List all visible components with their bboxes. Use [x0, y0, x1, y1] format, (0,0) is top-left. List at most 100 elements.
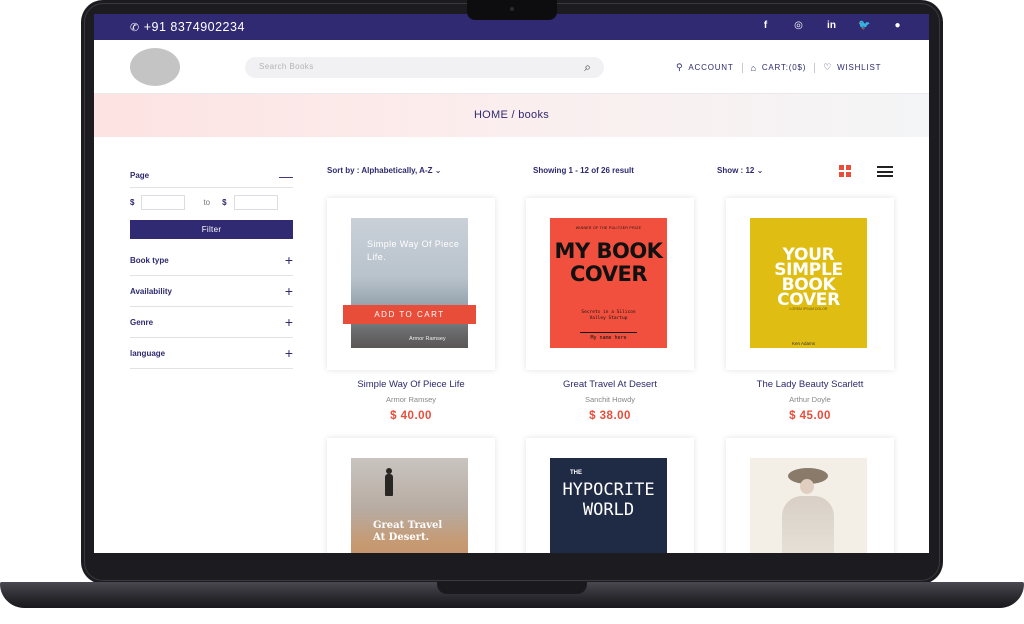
phone-contact[interactable]: ✆ +91 8374902234	[130, 20, 245, 34]
sort-dropdown[interactable]: Sort by : Alphabetically, A-Z ⌄	[327, 166, 441, 175]
product-title[interactable]: Simple Way Of Piece Life	[327, 379, 495, 390]
filter-section-label: language	[130, 348, 166, 358]
filter-section-page[interactable]: Page —	[130, 164, 293, 188]
account-label: ACCOUNT	[688, 63, 734, 72]
filter-section-book-type[interactable]: Book type +	[130, 245, 293, 276]
cover-title: HYPOCRITE WORLD	[562, 480, 655, 520]
filter-sidebar: Page — $ to $ Filter Book type + Availab…	[130, 164, 293, 369]
filter-section-language[interactable]: language +	[130, 338, 293, 369]
product-title[interactable]: The Lady Beauty Scarlett	[726, 379, 894, 390]
header-links: ⚲ ACCOUNT ⌂ CART:(0$) ♡ WISHLIST	[668, 62, 889, 73]
phone-icon: ✆	[130, 21, 140, 34]
currency-label: $	[130, 197, 135, 207]
product-card[interactable]: Simple Way Of Piece Life. Armor Ramsey A…	[327, 198, 495, 422]
product-author: Arthur Doyle	[789, 395, 831, 404]
linkedin-icon[interactable]: in	[815, 20, 848, 31]
cover-subtitle: LOREM IPSUM DOLOR	[789, 307, 828, 311]
wishlist-link[interactable]: ♡ WISHLIST	[815, 62, 889, 73]
cover-subtitle: Secrets in a Silicon Valley Startup	[581, 310, 636, 321]
book-cover: THE HYPOCRITE WORLD	[550, 458, 667, 553]
cover-author: Armor Ramsey	[409, 336, 446, 342]
filter-section-label: Genre	[130, 317, 154, 327]
plus-icon[interactable]: +	[285, 345, 293, 361]
to-label: to	[203, 197, 211, 207]
cover-author: Ken Adams	[792, 341, 816, 346]
camera-notch	[467, 0, 557, 20]
sort-label: Sort by : Alphabetically, A-Z	[327, 166, 433, 175]
victorian-lady-illustration	[782, 468, 834, 553]
product-price: $ 45.00	[789, 410, 831, 422]
filter-section-label: Page	[130, 171, 150, 180]
chevron-down-icon: ⌄	[434, 166, 442, 175]
screen: ✆ +91 8374902234 f ◎ in 🐦 ● ⌕ ⚲ ACCOUNT …	[94, 14, 929, 553]
instagram-icon[interactable]: ◎	[782, 20, 815, 31]
result-count: Showing 1 - 12 of 26 result	[533, 166, 634, 175]
product-image-frame[interactable]: Great Travel At Desert.	[327, 438, 495, 553]
heart-icon: ♡	[823, 62, 833, 72]
site-header: ⌕ ⚲ ACCOUNT ⌂ CART:(0$) ♡ WISHLIST	[94, 40, 929, 94]
product-author: Armor Ramsey	[385, 395, 436, 404]
price-min-input[interactable]	[141, 194, 186, 210]
product-card[interactable]	[726, 438, 894, 553]
chevron-down-icon: ⌄	[756, 166, 764, 175]
filter-section-genre[interactable]: Genre +	[130, 307, 293, 338]
cover-title: MY BOOK COVER	[554, 239, 663, 286]
product-author: Sanchit Howdy	[584, 395, 636, 404]
facebook-icon[interactable]: f	[749, 20, 782, 31]
show-count-label: Show : 12	[717, 166, 755, 175]
cover-title: Great Travel At Desert.	[373, 520, 443, 543]
filter-section-label: Book type	[130, 255, 169, 265]
product-price: $ 40.00	[390, 410, 432, 422]
logo[interactable]	[130, 48, 180, 86]
plus-icon[interactable]: +	[285, 283, 293, 299]
cart-link[interactable]: ⌂ CART:(0$)	[743, 63, 815, 73]
search-bar: ⌕	[245, 57, 604, 78]
product-image-frame[interactable]: Simple Way Of Piece Life. Armor Ramsey A…	[327, 198, 495, 370]
divider	[580, 332, 637, 333]
phone-number: +91 8374902234	[143, 20, 245, 34]
book-cover: Simple Way Of Piece Life. Armor Ramsey	[351, 218, 468, 348]
product-image-frame[interactable]: THE HYPOCRITE WORLD	[526, 438, 694, 553]
currency-label: $	[222, 197, 227, 207]
product-image-frame[interactable]: WINNER OF THE PULITZER PRIZE MY BOOK COV…	[526, 198, 694, 370]
account-link[interactable]: ⚲ ACCOUNT	[668, 62, 742, 73]
grid-view-icon[interactable]	[839, 165, 851, 177]
product-image-frame[interactable]	[726, 438, 894, 553]
plus-icon[interactable]: +	[285, 252, 293, 268]
bag-icon: ⌂	[750, 62, 757, 73]
cover-author: My name here	[590, 335, 627, 341]
list-view-icon[interactable]	[877, 166, 893, 177]
breadcrumb: HOME / books	[473, 109, 550, 121]
filter-button[interactable]: Filter	[130, 220, 293, 239]
product-card[interactable]: Great Travel At Desert.	[327, 438, 495, 553]
product-card[interactable]: WINNER OF THE PULITZER PRIZE MY BOOK COV…	[526, 198, 694, 422]
show-count-dropdown[interactable]: Show : 12 ⌄	[717, 166, 763, 175]
book-cover: Great Travel At Desert.	[351, 458, 468, 553]
laptop-base-notch	[437, 582, 587, 594]
blogger-icon[interactable]: ●	[881, 20, 914, 31]
traveler-figure	[385, 468, 393, 496]
book-cover: WINNER OF THE PULITZER PRIZE MY BOOK COV…	[550, 218, 667, 348]
product-card[interactable]: YOUR SIMPLE BOOK COVER LOREM IPSUM DOLOR…	[726, 198, 894, 422]
twitter-icon[interactable]: 🐦	[848, 20, 881, 31]
product-title[interactable]: Great Travel At Desert	[526, 379, 694, 390]
product-card[interactable]: THE HYPOCRITE WORLD	[526, 438, 694, 553]
cover-tagline: WINNER OF THE PULITZER PRIZE	[575, 226, 642, 230]
add-to-cart-button[interactable]: ADD TO CART	[343, 305, 476, 324]
price-max-input[interactable]	[233, 194, 278, 210]
book-cover	[750, 458, 867, 553]
search-icon[interactable]: ⌕	[584, 60, 591, 75]
product-price: $ 38.00	[589, 410, 631, 422]
product-image-frame[interactable]: YOUR SIMPLE BOOK COVER LOREM IPSUM DOLOR…	[726, 198, 894, 370]
breadcrumb-banner: HOME / books	[94, 94, 929, 137]
filter-section-availability[interactable]: Availability +	[130, 276, 293, 307]
cart-label: CART:(0$)	[761, 63, 807, 72]
minus-icon[interactable]: —	[279, 168, 293, 184]
plus-icon[interactable]: +	[285, 314, 293, 330]
social-links: f ◎ in 🐦 ●	[749, 20, 914, 31]
price-range: $ to $	[130, 188, 293, 216]
filter-section-label: Availability	[130, 286, 172, 296]
cover-article: THE	[570, 470, 582, 476]
search-input[interactable]	[259, 62, 559, 71]
listing-toolbar: Sort by : Alphabetically, A-Z ⌄ Showing …	[327, 165, 897, 180]
